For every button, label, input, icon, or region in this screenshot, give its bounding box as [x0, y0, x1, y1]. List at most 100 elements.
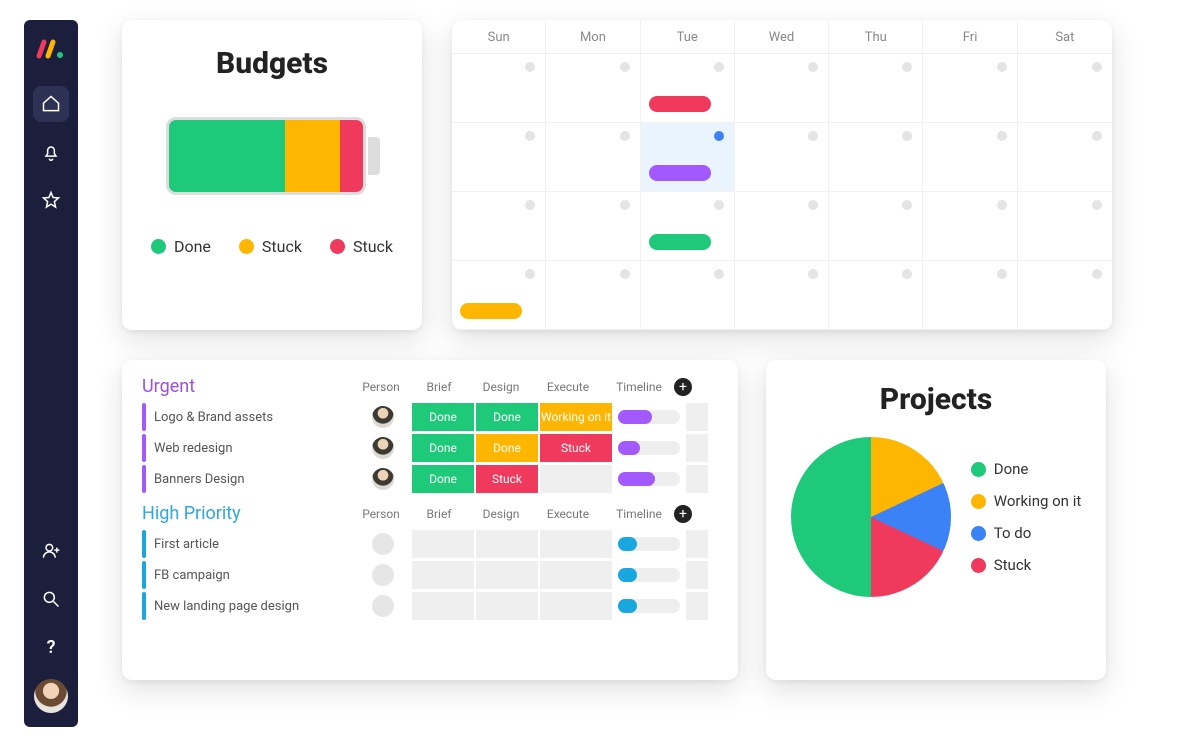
- person-avatar[interactable]: [372, 533, 394, 555]
- calendar-cell[interactable]: [1018, 261, 1112, 330]
- calendar-event[interactable]: [649, 234, 711, 250]
- timeline-cell[interactable]: [614, 465, 684, 493]
- status-cell[interactable]: Done: [476, 403, 538, 431]
- calendar-cell[interactable]: [735, 123, 829, 192]
- calendar-cell[interactable]: [452, 261, 546, 330]
- legend-item: Stuck: [239, 237, 302, 256]
- calendar-cell[interactable]: [641, 261, 735, 330]
- empty-cell: [686, 592, 708, 620]
- timeline-cell[interactable]: [614, 592, 684, 620]
- table-row[interactable]: Logo & Brand assetsDoneDoneWorking on it: [142, 403, 718, 431]
- legend-label: To do: [994, 524, 1032, 542]
- date-dot-icon: [902, 200, 912, 210]
- timeline-cell[interactable]: [614, 530, 684, 558]
- person-avatar[interactable]: [372, 437, 394, 459]
- timeline-cell[interactable]: [614, 561, 684, 589]
- calendar-cell[interactable]: [923, 261, 1017, 330]
- row-accent: [142, 465, 146, 493]
- nav-invite[interactable]: [33, 533, 69, 569]
- calendar-cell[interactable]: [735, 261, 829, 330]
- calendar-event[interactable]: [460, 303, 522, 319]
- status-cell[interactable]: [476, 592, 538, 620]
- calendar-event[interactable]: [649, 165, 711, 181]
- calendar-cell[interactable]: [546, 54, 640, 123]
- calendar-cell[interactable]: [452, 192, 546, 261]
- group-title[interactable]: Urgent: [142, 376, 354, 397]
- calendar-cell[interactable]: [1018, 123, 1112, 192]
- status-cell[interactable]: [540, 465, 612, 493]
- calendar-cell[interactable]: [452, 54, 546, 123]
- status-cell[interactable]: [540, 561, 612, 589]
- status-cell[interactable]: Done: [476, 434, 538, 462]
- calendar-cell[interactable]: [452, 123, 546, 192]
- column-header: Timeline: [604, 507, 674, 521]
- column-header: Brief: [408, 380, 470, 394]
- column-header: Execute: [532, 380, 604, 394]
- calendar-cell[interactable]: [829, 54, 923, 123]
- timeline-cell[interactable]: [614, 434, 684, 462]
- status-cell[interactable]: Stuck: [540, 434, 612, 462]
- legend-item: Stuck: [330, 237, 393, 256]
- calendar-cell[interactable]: [641, 123, 735, 192]
- calendar-event[interactable]: [649, 96, 711, 112]
- status-cell[interactable]: [540, 592, 612, 620]
- nav-help[interactable]: ?: [33, 629, 69, 665]
- status-cell[interactable]: [412, 561, 474, 589]
- nav-favorites[interactable]: [33, 182, 69, 218]
- calendar-cell[interactable]: [829, 192, 923, 261]
- budget-segment: [285, 120, 339, 192]
- calendar-day-header: Fri: [923, 20, 1017, 54]
- calendar-cell[interactable]: [546, 123, 640, 192]
- date-dot-icon: [620, 131, 630, 141]
- date-dot-icon: [525, 62, 535, 72]
- status-cell[interactable]: [476, 530, 538, 558]
- table-row[interactable]: FB campaign: [142, 561, 718, 589]
- calendar-cell[interactable]: [546, 261, 640, 330]
- status-cell[interactable]: Done: [412, 465, 474, 493]
- calendar-cell[interactable]: [1018, 54, 1112, 123]
- table-row[interactable]: New landing page design: [142, 592, 718, 620]
- nav-home[interactable]: [33, 86, 69, 122]
- nav-notifications[interactable]: [33, 134, 69, 170]
- calendar-cell[interactable]: [641, 192, 735, 261]
- add-row-button[interactable]: +: [674, 505, 692, 523]
- calendar-cell[interactable]: [829, 261, 923, 330]
- calendar-cell[interactable]: [923, 192, 1017, 261]
- legend-item: Stuck: [971, 556, 1082, 574]
- status-cell[interactable]: [412, 592, 474, 620]
- row-accent: [142, 530, 146, 558]
- row-accent: [142, 561, 146, 589]
- date-dot-icon: [620, 200, 630, 210]
- calendar-cell[interactable]: [829, 123, 923, 192]
- nav-search[interactable]: [33, 581, 69, 617]
- calendar-cell[interactable]: [735, 192, 829, 261]
- status-cell[interactable]: [540, 530, 612, 558]
- table-row[interactable]: Banners DesignDoneStuck: [142, 465, 718, 493]
- person-avatar[interactable]: [372, 406, 394, 428]
- status-cell[interactable]: [412, 530, 474, 558]
- status-cell[interactable]: Done: [412, 403, 474, 431]
- person-avatar[interactable]: [372, 564, 394, 586]
- calendar-cell[interactable]: [923, 123, 1017, 192]
- calendar-cell[interactable]: [735, 54, 829, 123]
- date-dot-icon: [620, 269, 630, 279]
- group-title[interactable]: High Priority: [142, 503, 354, 524]
- calendar-cell[interactable]: [546, 192, 640, 261]
- calendar-cell[interactable]: [1018, 192, 1112, 261]
- calendar-cell[interactable]: [641, 54, 735, 123]
- status-cell[interactable]: Done: [412, 434, 474, 462]
- table-row[interactable]: Web redesignDoneDoneStuck: [142, 434, 718, 462]
- calendar-day-header: Wed: [735, 20, 829, 54]
- table-row[interactable]: First article: [142, 530, 718, 558]
- status-cell[interactable]: [476, 561, 538, 589]
- status-cell[interactable]: Working on it: [540, 403, 612, 431]
- person-avatar[interactable]: [372, 595, 394, 617]
- legend-label: Stuck: [262, 237, 302, 256]
- status-cell[interactable]: Stuck: [476, 465, 538, 493]
- timeline-cell[interactable]: [614, 403, 684, 431]
- user-avatar[interactable]: [34, 679, 68, 713]
- empty-cell: [686, 465, 708, 493]
- add-row-button[interactable]: +: [674, 378, 692, 396]
- calendar-cell[interactable]: [923, 54, 1017, 123]
- person-avatar[interactable]: [372, 468, 394, 490]
